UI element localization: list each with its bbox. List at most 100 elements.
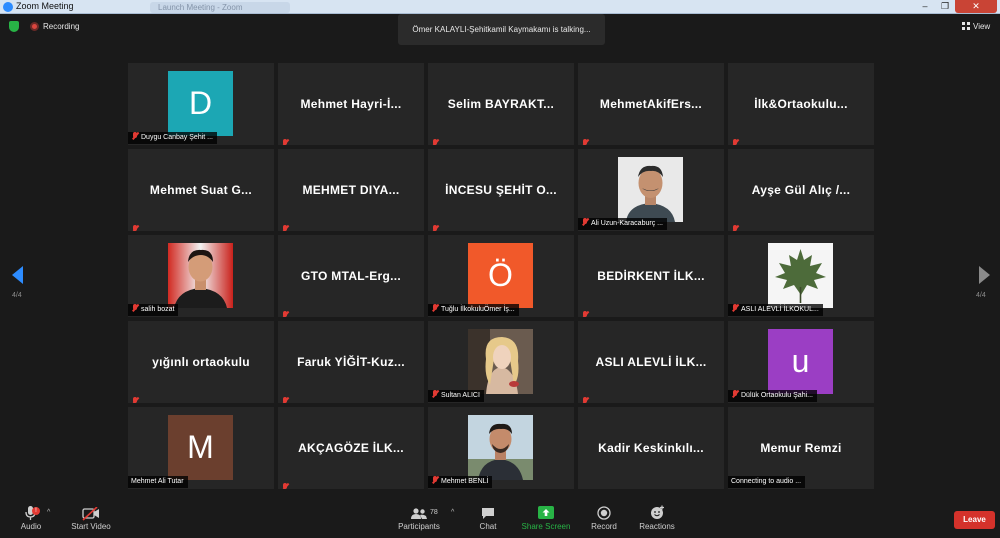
muted-microphone-icon	[281, 397, 289, 403]
participant-tile[interactable]: yığınlı ortaokulu	[128, 321, 274, 403]
record-button[interactable]: Record	[589, 500, 619, 538]
muted-microphone-icon	[731, 390, 739, 399]
security-shield-icon[interactable]	[9, 21, 19, 32]
participant-label: Tuğlu İlkokuluÖmer İş...	[428, 304, 519, 316]
participant-name: Selim BAYRAKT...	[447, 97, 555, 111]
participant-name: Faruk YİĞİT-Kuz...	[297, 355, 405, 369]
reactions-button[interactable]: Reactions	[638, 500, 676, 538]
previous-page-arrow-icon[interactable]	[12, 266, 23, 284]
participant-tile[interactable]: Ö Tuğlu İlkokuluÖmer İş...	[428, 235, 574, 317]
muted-microphone-icon	[131, 132, 139, 141]
participants-count: 78	[430, 509, 438, 516]
participant-tile[interactable]: Selim BAYRAKT...	[428, 63, 574, 145]
window-titlebar: Zoom Meeting Launch Meeting - Zoom – ❐ ✕	[0, 0, 1000, 14]
minimize-button[interactable]: –	[915, 0, 935, 13]
participant-label-text: Dülük Ortaokulu Şahi...	[741, 392, 813, 399]
participant-label-text: Sultan ALICI	[441, 392, 480, 399]
start-video-label: Start Video	[71, 522, 111, 531]
participant-tile[interactable]: Faruk YİĞİT-Kuz...	[278, 321, 424, 403]
muted-indicator	[581, 133, 590, 145]
participant-avatar: M	[168, 415, 233, 480]
participant-tile[interactable]: GTO MTAL-Erg...	[278, 235, 424, 317]
window-title: Zoom Meeting	[16, 1, 74, 11]
leave-button[interactable]: Leave	[954, 511, 995, 529]
participant-name: BEDİRKENT İLK...	[597, 269, 705, 283]
background-tab[interactable]: Launch Meeting - Zoom	[150, 2, 290, 13]
participant-tile[interactable]: AKÇAGÖZE İLK...	[278, 407, 424, 489]
muted-microphone-icon	[431, 476, 439, 485]
participant-name: Kadir Keskinkılı...	[598, 441, 704, 455]
page-indicator-left: 4/4	[12, 292, 22, 299]
muted-microphone-icon	[431, 139, 439, 145]
participants-options-caret-icon[interactable]: ^	[451, 509, 454, 516]
participant-tile[interactable]: salih bozat	[128, 235, 274, 317]
participant-name: MehmetAkifErs...	[599, 97, 703, 111]
maximize-button[interactable]: ❐	[935, 0, 955, 13]
participant-tile[interactable]: Sultan ALICI	[428, 321, 574, 403]
participant-tile[interactable]: İlk&Ortaokulu...	[728, 63, 874, 145]
start-video-button[interactable]: Start Video	[68, 500, 114, 538]
participant-tile[interactable]: u Dülük Ortaokulu Şahi...	[728, 321, 874, 403]
muted-microphone-icon	[581, 397, 589, 403]
participant-tile[interactable]: MEHMET DIYA...	[278, 149, 424, 231]
view-button[interactable]: View	[962, 22, 990, 31]
participant-tile[interactable]: İNCESU ŞEHİT O...	[428, 149, 574, 231]
participant-label: ASLI ALEVLİ İLKOKUL...	[728, 304, 823, 316]
recording-label: Recording	[43, 22, 80, 31]
participant-tile[interactable]: ASLI ALEVLİ İLK...	[578, 321, 724, 403]
participant-name: Mehmet Suat G...	[149, 183, 253, 197]
participant-tile[interactable]: MehmetAkifErs...	[578, 63, 724, 145]
participant-tile[interactable]: Mehmet Hayri-İ...	[278, 63, 424, 145]
next-page-arrow-icon[interactable]	[979, 266, 990, 284]
muted-indicator	[731, 133, 740, 145]
participant-photo	[468, 415, 533, 480]
zoom-app-icon	[3, 2, 13, 12]
muted-indicator	[281, 133, 290, 145]
muted-microphone-icon	[431, 390, 439, 399]
participant-tile[interactable]: Ali Uzun-Karacaburç ...	[578, 149, 724, 231]
share-screen-button[interactable]: Share Screen	[521, 500, 571, 538]
participant-tile[interactable]: Mehmet Suat G...	[128, 149, 274, 231]
participant-tile[interactable]: Memur Remzi Connecting to audio ...	[728, 407, 874, 489]
audio-button[interactable]: ! Audio	[16, 500, 46, 538]
muted-microphone-icon	[581, 139, 589, 145]
participant-tile[interactable]: M Mehmet Ali Tutar	[128, 407, 274, 489]
participant-name: Ayşe Gül Alıç /...	[751, 183, 851, 197]
muted-indicator	[281, 477, 290, 489]
chat-button[interactable]: Chat	[474, 500, 502, 538]
muted-microphone-icon	[431, 225, 439, 231]
muted-microphone-icon	[281, 225, 289, 231]
participant-tile[interactable]: ASLI ALEVLİ İLKOKUL...	[728, 235, 874, 317]
participant-tile[interactable]: D Duygu Canbay Şehit ...	[128, 63, 274, 145]
participant-tile[interactable]: BEDİRKENT İLK...	[578, 235, 724, 317]
participant-label: Ali Uzun-Karacaburç ...	[578, 218, 667, 230]
participant-label: salih bozat	[128, 304, 179, 316]
participant-label: Sultan ALICI	[428, 390, 484, 402]
participant-photo	[468, 329, 533, 394]
muted-indicator	[581, 391, 590, 403]
participant-tile[interactable]: Ayşe Gül Alıç /...	[728, 149, 874, 231]
audio-warning-badge: !	[32, 507, 40, 515]
participant-label: Connecting to audio ...	[728, 476, 806, 488]
participants-button[interactable]: 78 Participants	[397, 500, 441, 538]
participant-tile[interactable]: Mehmet BENLİ	[428, 407, 574, 489]
video-off-icon	[82, 507, 99, 521]
record-label: Record	[591, 522, 617, 531]
participant-name: MEHMET DIYA...	[302, 183, 400, 197]
muted-indicator	[731, 219, 740, 231]
participant-label: Duygu Canbay Şehit ...	[128, 132, 217, 144]
close-button[interactable]: ✕	[955, 0, 997, 13]
participants-icon	[411, 508, 427, 519]
participant-name: yığınlı ortaokulu	[152, 355, 250, 369]
chat-icon	[482, 508, 494, 519]
participant-photo	[168, 243, 233, 308]
muted-microphone-icon	[131, 304, 139, 313]
muted-microphone-icon	[131, 225, 139, 231]
participant-label-text: Ali Uzun-Karacaburç ...	[591, 220, 663, 227]
audio-options-caret-icon[interactable]: ^	[47, 509, 50, 516]
muted-indicator	[281, 219, 290, 231]
participant-photo	[768, 243, 833, 308]
participant-tile[interactable]: Kadir Keskinkılı...	[578, 407, 724, 489]
muted-indicator	[131, 219, 140, 231]
muted-microphone-icon	[281, 311, 289, 317]
